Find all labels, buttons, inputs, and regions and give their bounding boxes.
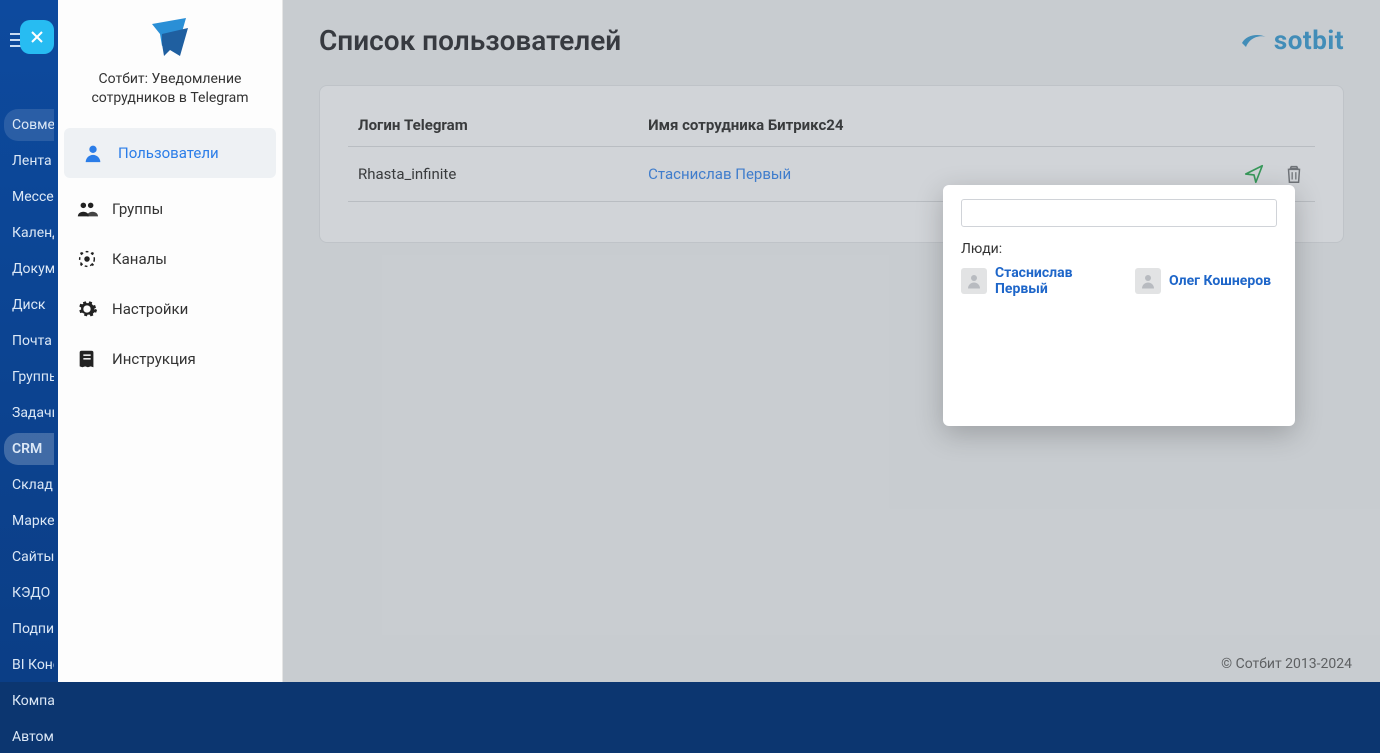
module-header: Сотбит: Уведомление сотрудников в Telegr… xyxy=(58,0,282,128)
bitrix-nav-item[interactable]: Мессенджер xyxy=(4,181,54,213)
page-title: Список пользователей xyxy=(319,24,621,57)
module-nav-label: Инструкция xyxy=(112,350,196,368)
module-nav-settings[interactable]: Настройки xyxy=(58,284,282,334)
module-nav-label: Каналы xyxy=(112,250,167,268)
telegram-logo-icon xyxy=(146,18,194,62)
module-nav: Пользователи Группы Каналы Настройки Инс… xyxy=(58,128,282,384)
bitrix-nav-item-crm[interactable]: CRM xyxy=(4,433,54,465)
person-name: Олег Кошнеров xyxy=(1169,273,1271,289)
cell-login: Rhasta_infinite xyxy=(348,147,638,202)
module-nav-label: Пользователи xyxy=(118,144,219,162)
avatar-icon xyxy=(1135,268,1161,294)
avatar-icon xyxy=(961,268,987,294)
send-icon[interactable] xyxy=(1243,163,1265,185)
module-nav-users[interactable]: Пользователи xyxy=(64,128,276,178)
people-search-input[interactable] xyxy=(961,199,1277,227)
close-panel-button[interactable] xyxy=(20,20,54,54)
bitrix-nav-item[interactable]: Маркетинг xyxy=(4,505,54,537)
brand-word: sotbit xyxy=(1274,26,1344,56)
broadcast-icon xyxy=(76,248,98,270)
cell-employee-link[interactable]: Стаснислав Первый xyxy=(648,165,791,183)
module-nav-label: Группы xyxy=(112,200,163,218)
delete-icon[interactable] xyxy=(1283,163,1305,185)
bitrix-nav-item[interactable]: КЭДО xyxy=(4,577,54,609)
module-sidebar: Сотбит: Уведомление сотрудников в Telegr… xyxy=(58,0,283,682)
main-area: Список пользователей sotbit Логин Telegr… xyxy=(283,0,1380,682)
bitrix-nav-list: Совместная работа Лента Мессенджер Кален… xyxy=(0,109,58,753)
module-nav-channels[interactable]: Каналы xyxy=(58,234,282,284)
bitrix-nav-item[interactable]: Сайты xyxy=(4,541,54,573)
bitrix-nav-item[interactable]: Склад xyxy=(4,469,54,501)
book-icon xyxy=(76,348,98,370)
bitrix-nav-item[interactable]: Совместная работа xyxy=(4,109,54,141)
bitrix-nav-item[interactable]: Подписи xyxy=(4,613,54,645)
module-nav-groups[interactable]: Группы xyxy=(58,184,282,234)
module-title: Сотбит: Уведомление сотрудников в Telegr… xyxy=(74,70,266,108)
person-name: Стаснислав Первый xyxy=(995,265,1105,297)
footer-copyright: © Сотбит 2013-2024 xyxy=(1221,656,1352,672)
user-icon xyxy=(82,142,104,164)
bitrix-nav-item[interactable]: Группы xyxy=(4,361,54,393)
col-login-header: Логин Telegram xyxy=(348,104,638,147)
bitrix-nav-item[interactable]: Почта xyxy=(4,325,54,357)
module-nav-instruction[interactable]: Инструкция xyxy=(58,334,282,384)
brand-logo: sotbit xyxy=(1240,26,1344,56)
bitrix-nav-item[interactable]: Компания xyxy=(4,685,54,717)
bitrix-nav-item[interactable]: Диск xyxy=(4,289,54,321)
sotbit-swoosh-icon xyxy=(1240,29,1268,53)
gear-icon xyxy=(76,298,98,320)
bitrix-nav-item[interactable]: Задачи и Проекты xyxy=(4,397,54,429)
people-section-label: Люди: xyxy=(961,241,1277,257)
bitrix-nav-item[interactable]: Документы xyxy=(4,253,54,285)
person-option[interactable]: Стаснислав Первый xyxy=(961,265,1105,297)
bitrix-nav-item[interactable]: Автоматизация xyxy=(4,721,54,753)
people-picker-popup: Люди: Стаснислав Первый Олег Кошнеров xyxy=(943,185,1295,426)
bitrix-left-rail: Совместная работа Лента Мессенджер Кален… xyxy=(0,0,58,682)
person-option[interactable]: Олег Кошнеров xyxy=(1135,265,1271,297)
bitrix-nav-item[interactable]: Лента xyxy=(4,145,54,177)
users-icon xyxy=(76,198,98,220)
module-nav-label: Настройки xyxy=(112,300,188,318)
col-name-header: Имя сотрудника Битрикс24 xyxy=(638,104,1122,147)
bitrix-nav-item[interactable]: BI Конструктор xyxy=(4,649,54,681)
bitrix-nav-item[interactable]: Календарь xyxy=(4,217,54,249)
